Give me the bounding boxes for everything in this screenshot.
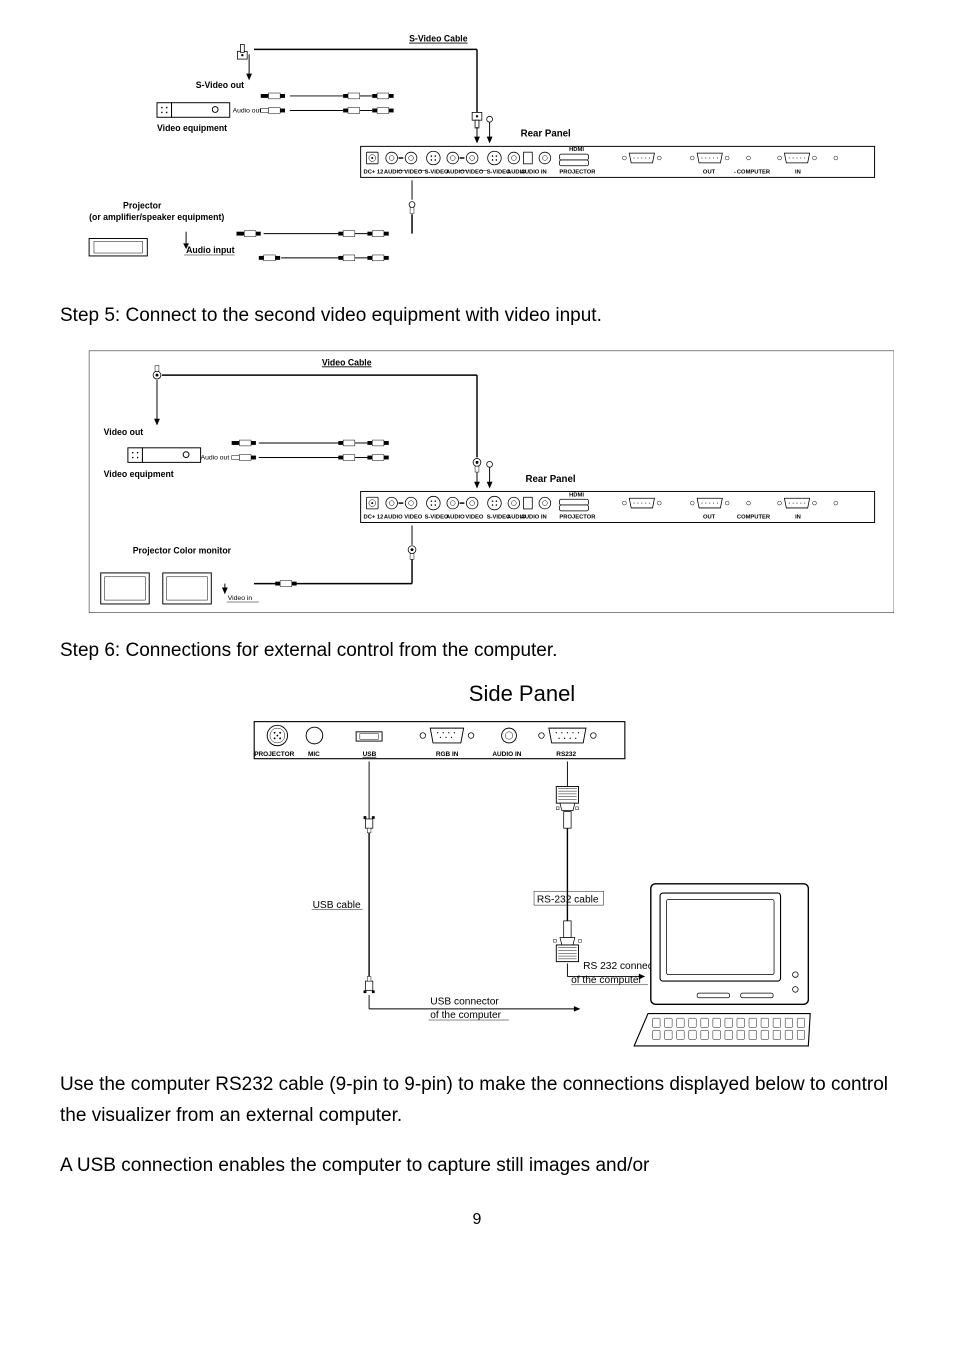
svg-text:of the computer: of the computer <box>431 1010 502 1021</box>
svg-text:-: - <box>734 170 736 176</box>
svg-text:S-Video out: S-Video out <box>196 80 244 90</box>
svg-text:Projector: Projector <box>123 200 162 210</box>
svg-text:Video Cable: Video Cable <box>322 357 372 367</box>
rs232-paragraph: Use the computer RS232 cable (9-pin to 9… <box>60 1070 894 1131</box>
step5-text: Step 5: Connect to the second video equi… <box>60 302 894 331</box>
svg-text:RS-232 cable: RS-232 cable <box>537 894 599 905</box>
svg-text:MIC: MIC <box>308 751 320 758</box>
svg-text:HDMI: HDMI <box>569 147 584 153</box>
svg-text:Audio out: Audio out <box>233 107 262 114</box>
svg-text:AUDIO: AUDIO <box>384 514 403 520</box>
svg-text:AUDIO IN: AUDIO IN <box>521 170 547 176</box>
svg-text:COMPUTER: COMPUTER <box>737 514 771 520</box>
svg-text:OUT: OUT <box>703 170 716 176</box>
figure2-svg: Video Cable Video equipment Video out x … <box>60 346 894 618</box>
svg-text:S-Video Cable: S-Video Cable <box>409 34 468 44</box>
svg-text:Video equipment: Video equipment <box>104 469 174 479</box>
svg-text:DC+ 12: DC+ 12 <box>364 514 384 520</box>
figure-svideo-connection: S-Video Cable Video equipment S-Video ou… <box>60 30 894 282</box>
figure-side-panel: PROJECTOR MIC USB RGB IN AUDIO IN RS232 … <box>60 717 894 1051</box>
step6-text: Step 6: Connections for external control… <box>60 637 894 666</box>
svg-text:AUDIO IN: AUDIO IN <box>493 751 522 758</box>
figure-video-connection: Video Cable Video equipment Video out x … <box>60 346 894 618</box>
svg-text:Video equipment: Video equipment <box>157 123 227 133</box>
svg-text:VIDEO: VIDEO <box>404 514 423 520</box>
svg-text:Audio out: Audio out <box>201 454 230 461</box>
svg-text:USB cable: USB cable <box>313 900 361 911</box>
svg-text:-: - <box>766 170 768 176</box>
svg-text:RS232: RS232 <box>557 751 577 758</box>
figure3-svg: PROJECTOR MIC USB RGB IN AUDIO IN RS232 … <box>143 717 810 1051</box>
svg-text:Rear Panel: Rear Panel <box>521 129 571 140</box>
svg-text:Audio input: Audio input <box>186 245 235 255</box>
svg-text:DC+ 12: DC+ 12 <box>364 170 384 176</box>
svg-text:of the computer: of the computer <box>572 975 643 986</box>
svg-text:Rear Panel: Rear Panel <box>525 473 575 484</box>
svg-text:HDMI: HDMI <box>569 492 584 498</box>
svg-text:AUDIO: AUDIO <box>446 514 465 520</box>
svg-text:USB connector: USB connector <box>431 996 500 1007</box>
figure1-svg: S-Video Cable Video equipment S-Video ou… <box>60 30 894 282</box>
svg-text:VIDEO: VIDEO <box>465 514 484 520</box>
svg-text:Video in: Video in <box>228 595 253 602</box>
usb-paragraph: A USB connection enables the computer to… <box>60 1151 894 1181</box>
svg-text:Video out: Video out <box>104 427 144 437</box>
svg-text:IN: IN <box>795 170 801 176</box>
svg-text:PROJECTOR: PROJECTOR <box>559 514 596 520</box>
side-panel-title: Side Panel <box>150 681 894 707</box>
svg-text:PROJECTOR: PROJECTOR <box>559 170 596 176</box>
svg-text:(or amplifier/speaker equipmen: (or amplifier/speaker equipment) <box>89 212 224 222</box>
svg-text:OUT: OUT <box>703 514 716 520</box>
svg-text:USB: USB <box>363 751 377 758</box>
svg-text:Projector Color monitor: Projector Color monitor <box>133 545 232 555</box>
svg-text:RGB IN: RGB IN <box>436 751 459 758</box>
svg-text:IN: IN <box>795 514 801 520</box>
page-number: 9 <box>60 1211 894 1229</box>
svg-text:AUDIO: AUDIO <box>507 514 526 520</box>
svg-text:PROJECTOR: PROJECTOR <box>255 751 295 758</box>
